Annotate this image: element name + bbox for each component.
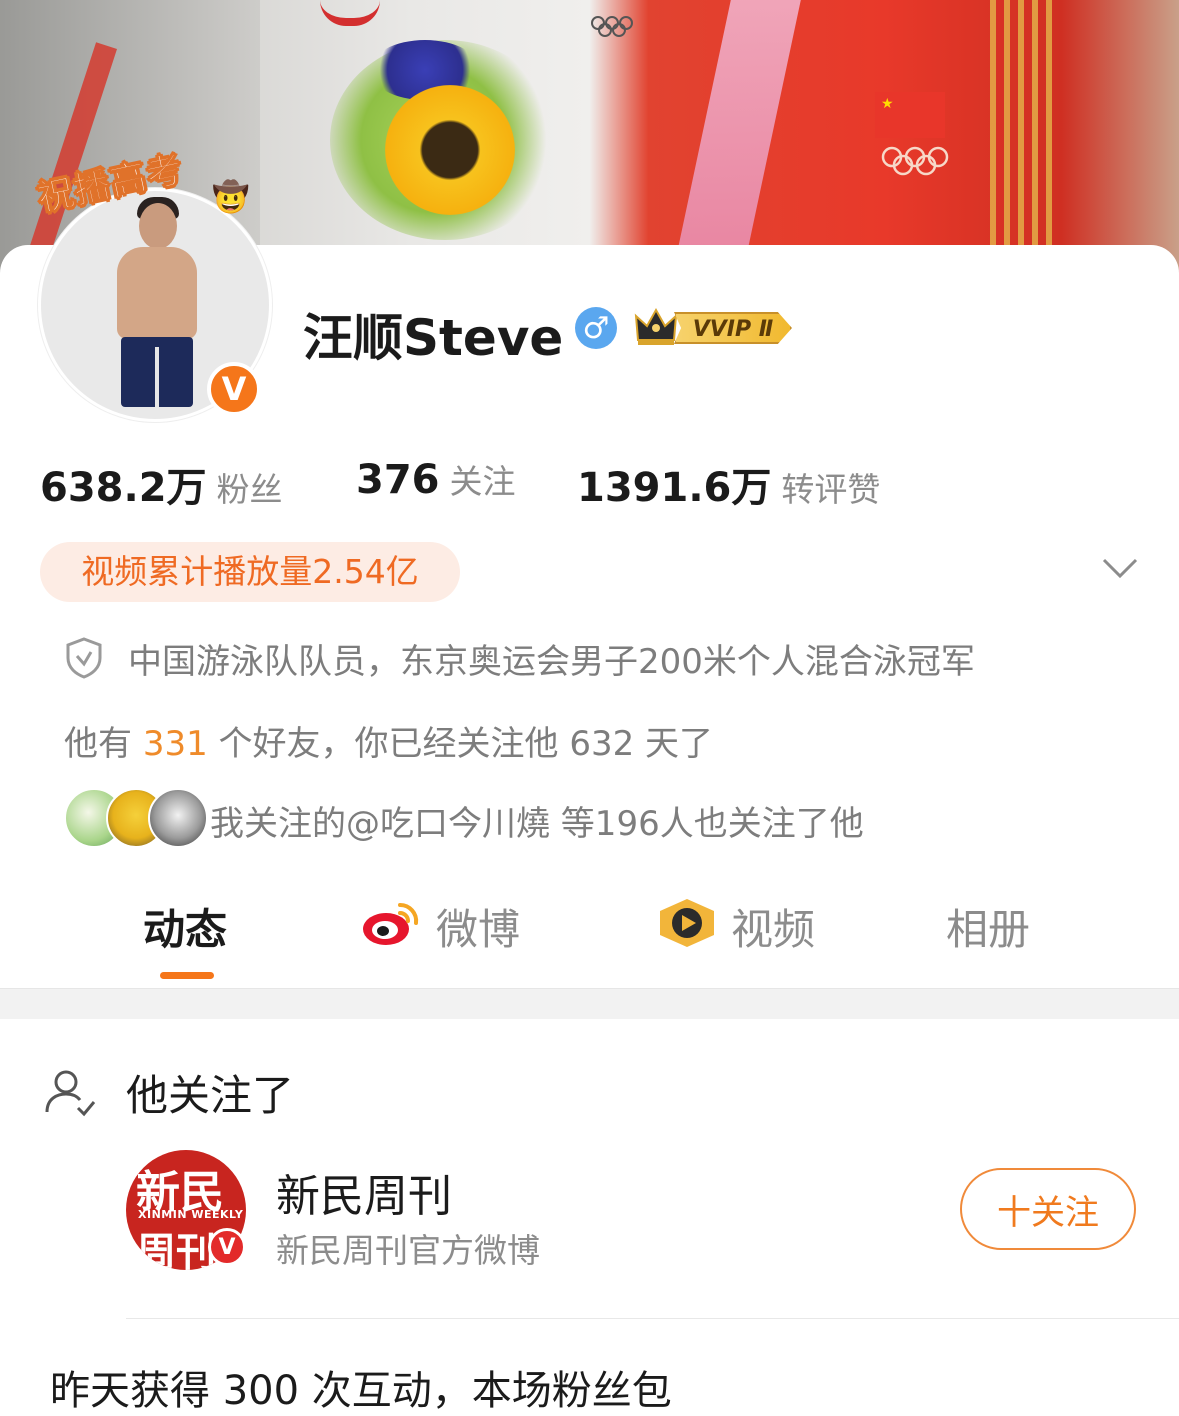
fans-stat[interactable]: 638.2万 粉丝 bbox=[40, 455, 283, 513]
section-title: 他关注了 bbox=[126, 1071, 295, 1120]
verified-badge-icon: V bbox=[207, 362, 261, 416]
crown-icon bbox=[634, 307, 678, 345]
sunflower-bouquet bbox=[385, 85, 515, 215]
section-divider bbox=[0, 988, 1179, 1019]
friends-info[interactable]: 他有 331 个好友，你已经关注他 632 天了 bbox=[64, 716, 713, 765]
video-views-pill[interactable]: 视频累计播放量2.54亿 bbox=[40, 542, 460, 602]
user-check-icon bbox=[45, 1070, 96, 1117]
male-icon: ♂ bbox=[575, 307, 617, 349]
mutual-followers-text[interactable]: 我关注的@吃口今川燒 等196人也关注了他 bbox=[210, 796, 864, 845]
stats-row: 638.2万 粉丝 376 关注 1391.6万 转评赞 bbox=[40, 455, 1140, 511]
tab-video[interactable]: 视频 bbox=[731, 896, 815, 957]
profile-name: 汪顺Steve bbox=[303, 309, 564, 367]
video-play-icon bbox=[660, 899, 714, 947]
tab-album[interactable]: 相册 bbox=[946, 896, 1030, 957]
next-section-text: 昨天获得 300 次互动，本场粉丝包 bbox=[50, 1368, 672, 1414]
chevron-down-icon[interactable] bbox=[1100, 556, 1140, 580]
olympic-rings-icon bbox=[881, 146, 949, 176]
vip-badge[interactable]: VVIP Ⅱ bbox=[634, 306, 794, 348]
brand-logo bbox=[320, 0, 380, 26]
tab-weibo[interactable]: 微博 bbox=[436, 896, 520, 957]
account-name[interactable]: 新民周刊 bbox=[276, 1160, 452, 1224]
emoji-icon: 🤠 bbox=[212, 180, 250, 215]
follow-button[interactable]: 十关注 bbox=[960, 1168, 1136, 1250]
verification-text: 中国游泳队队员，东京奥运会男子200米个人混合泳冠军 bbox=[128, 642, 975, 682]
friends-count: 331 bbox=[142, 724, 208, 764]
olympic-rings-icon bbox=[591, 16, 633, 37]
verified-badge-icon: V bbox=[208, 1228, 246, 1266]
account-description: 新民周刊官方微博 bbox=[276, 1231, 540, 1270]
tab-dynamics[interactable]: 动态 bbox=[143, 896, 227, 957]
shield-icon bbox=[66, 637, 102, 679]
china-flag: ★ bbox=[875, 92, 945, 138]
weibo-icon bbox=[363, 902, 419, 945]
avatar bbox=[148, 788, 208, 848]
interactions-stat[interactable]: 1391.6万 转评赞 bbox=[577, 455, 880, 513]
vip-label: VVIP Ⅱ bbox=[674, 312, 792, 344]
divider bbox=[126, 1318, 1179, 1319]
mutual-avatars[interactable] bbox=[64, 788, 208, 848]
active-tab-indicator bbox=[160, 972, 214, 979]
following-stat[interactable]: 376 关注 bbox=[356, 455, 516, 503]
